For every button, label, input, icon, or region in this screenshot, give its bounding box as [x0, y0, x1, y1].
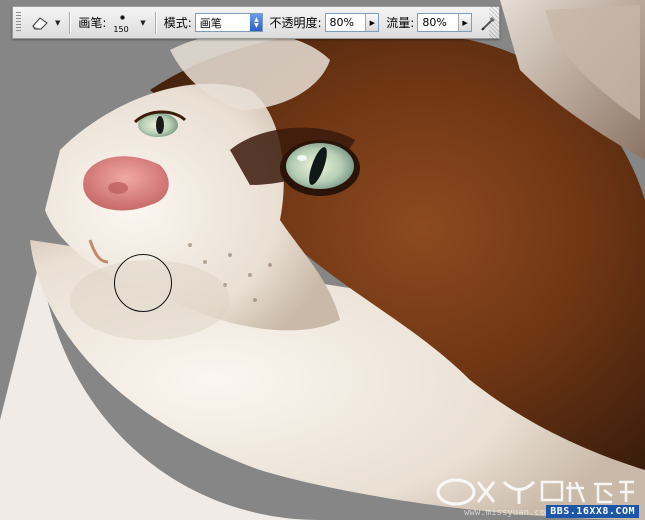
- tool-preset-picker[interactable]: ▼: [30, 15, 60, 31]
- options-bar-grip[interactable]: [16, 12, 21, 33]
- watermark-url: BBS.16XX8.COM: [546, 505, 639, 518]
- mode-label: 模式:: [163, 16, 192, 30]
- chevron-down-icon: ▼: [54, 18, 61, 27]
- brush-cursor: [114, 254, 172, 312]
- watermark-logo: [436, 478, 634, 506]
- divider: [154, 11, 157, 34]
- select-spinner-icon: ▲ ▼: [250, 14, 263, 31]
- options-bar-edge: [489, 6, 500, 39]
- nose: [83, 156, 169, 211]
- brush-tip-icon: [120, 14, 126, 20]
- opacity-value: 80%: [329, 16, 354, 29]
- eraser-icon: [32, 16, 48, 29]
- flow-slider-button[interactable]: ▶: [458, 14, 472, 31]
- flow-value: 80%: [422, 16, 447, 29]
- forum-watermark: www.missyuan.com BBS.16XX8.COM: [434, 474, 639, 518]
- opacity-label: 不透明度:: [269, 16, 322, 30]
- mode-select[interactable]: 画笔 ▲ ▼: [194, 13, 264, 32]
- brush-label: 画笔:: [78, 16, 107, 30]
- divider: [69, 11, 72, 34]
- flow-field[interactable]: 80% ▶: [417, 13, 473, 32]
- mode-value: 画笔: [199, 16, 222, 30]
- watermark-faint-url: www.missyuan.com: [464, 508, 551, 518]
- cat-painting: [0, 0, 645, 520]
- options-bar: ▼ 画笔: 150 ▼ 模式: 画笔 ▲ ▼ 不透明度: 80% ▶ 流量: 80…: [12, 6, 500, 39]
- document-canvas[interactable]: [0, 0, 645, 520]
- brush-preset-picker[interactable]: 150: [111, 8, 137, 38]
- opacity-field[interactable]: 80% ▶: [324, 13, 380, 32]
- brush-size: 150: [113, 24, 129, 34]
- opacity-slider-button[interactable]: ▶: [365, 14, 379, 31]
- flow-label: 流量:: [386, 16, 415, 30]
- brush-dropdown-arrow[interactable]: ▼: [140, 19, 145, 27]
